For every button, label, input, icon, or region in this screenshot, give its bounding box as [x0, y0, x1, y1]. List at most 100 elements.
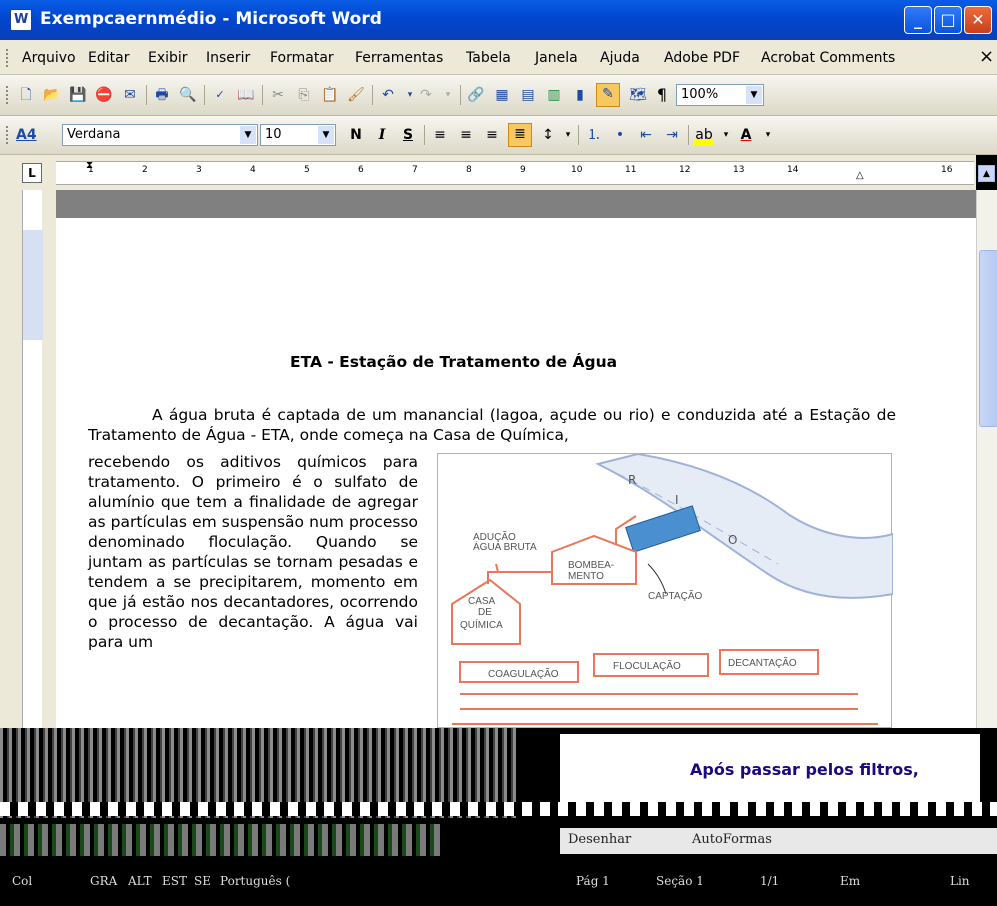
word-doc-icon[interactable]: W — [10, 9, 32, 31]
numbering-icon[interactable]: ⒈ — [584, 125, 604, 145]
menu-ferramentas[interactable]: Ferramentas — [355, 50, 443, 66]
chevron-down-icon[interactable]: ▼ — [746, 86, 762, 104]
document-title: ETA - Estação de Tratamento de Água — [290, 353, 618, 371]
font-size-combo[interactable]: 10 ▼ — [260, 124, 336, 146]
cut-icon[interactable]: ✂ — [268, 85, 288, 105]
email-icon[interactable]: ✉ — [120, 85, 140, 105]
tab-selector[interactable]: L — [22, 163, 42, 183]
status-est[interactable]: EST — [162, 874, 187, 888]
drawing-toggle-icon[interactable]: ✎ — [596, 83, 620, 107]
menu-formatar[interactable]: Formatar — [270, 50, 334, 66]
floculacao-label: FLOCULAÇÃO — [613, 659, 681, 672]
paste-icon[interactable]: 📋 — [320, 85, 340, 105]
water-treatment-diagram[interactable]: R I O ADUÇÃO ÁGUA BRUTA BOMBEA- MENTO CA… — [437, 453, 893, 728]
close-button[interactable]: ✕ — [964, 6, 992, 34]
menu-janela[interactable]: Janela — [535, 50, 578, 66]
ruler-number: 10 — [571, 165, 583, 175]
chevron-down-icon[interactable]: ▼ — [318, 126, 334, 144]
copy-icon[interactable]: ⎘ — [294, 85, 314, 105]
toolbar-grip[interactable] — [6, 86, 10, 104]
page-gap — [56, 190, 976, 218]
menu-arquivo[interactable]: Arquivo — [22, 50, 76, 66]
save-icon[interactable]: 💾 — [68, 85, 88, 105]
bullets-icon[interactable]: • — [610, 125, 630, 145]
show-hide-icon[interactable]: ¶ — [652, 85, 672, 105]
redo-dropdown-icon[interactable]: ▾ — [438, 85, 458, 105]
menu-editar[interactable]: Editar — [88, 50, 129, 66]
ruler-strip[interactable]: 1 2 3 4 5 6 7 8 9 10 11 12 13 14 16 ⧗ △ — [56, 160, 974, 185]
autoshapes-menu[interactable]: AutoFormas — [692, 832, 772, 847]
font-color-icon[interactable]: A — [736, 125, 756, 145]
zoom-combo[interactable]: 100% ▼ — [676, 84, 764, 106]
align-right-icon[interactable]: ≡ — [482, 125, 502, 145]
menu-grip[interactable] — [6, 49, 10, 67]
toolbar-separator — [460, 85, 461, 105]
font-color-dropdown-icon[interactable]: ▾ — [758, 125, 778, 145]
status-se[interactable]: SE — [194, 874, 211, 888]
print-preview-icon[interactable]: 🔍 — [178, 85, 198, 105]
status-language: Português ( — [220, 874, 291, 888]
insert-excel-icon[interactable]: ▥ — [544, 85, 564, 105]
permission-icon[interactable]: ⛔ — [94, 85, 114, 105]
bold-button[interactable]: N — [346, 125, 366, 145]
toolbar-grip[interactable] — [6, 126, 10, 144]
menu-acrobat-comments[interactable]: Acrobat Comments — [761, 50, 895, 66]
format-painter-icon[interactable]: 🖌 — [346, 85, 366, 105]
status-alt[interactable]: ALT — [128, 874, 152, 888]
hyperlink-icon[interactable]: 🔗 — [466, 85, 486, 105]
status-gra[interactable]: GRA — [90, 874, 117, 888]
status-page: Pág 1 — [576, 874, 610, 888]
tables-borders-icon[interactable]: ▦ — [492, 85, 512, 105]
pipe-lines — [452, 693, 878, 725]
research-icon[interactable]: 📖 — [236, 85, 256, 105]
close-document-button[interactable]: × — [979, 46, 994, 67]
vertical-scrollbar[interactable] — [976, 190, 997, 728]
noise-toolbar — [0, 824, 440, 856]
vertical-ruler[interactable] — [22, 190, 43, 728]
draw-menu[interactable]: Desenhar — [568, 832, 631, 847]
menu-inserir[interactable]: Inserir — [206, 50, 250, 66]
document-map-icon[interactable]: 🗺 — [628, 85, 648, 105]
menu-exibir[interactable]: Exibir — [148, 50, 188, 66]
right-indent-marker[interactable]: △ — [856, 170, 864, 181]
increase-indent-icon[interactable]: ⇥ — [662, 125, 682, 145]
line-spacing-dropdown-icon[interactable]: ▾ — [558, 125, 578, 145]
justify-icon[interactable]: ≣ — [508, 123, 532, 147]
underline-button[interactable]: S — [398, 125, 418, 145]
scrollbar-thumb[interactable] — [979, 250, 997, 427]
undo-icon[interactable]: ↶ — [378, 85, 398, 105]
insert-table-icon[interactable]: ▤ — [518, 85, 538, 105]
maximize-button[interactable]: □ — [934, 6, 962, 34]
line-spacing-icon[interactable]: ↕ — [538, 125, 558, 145]
toolbar-separator — [146, 85, 147, 105]
status-pages: 1/1 — [760, 874, 780, 888]
first-line-indent-marker[interactable]: ⧗ — [86, 160, 93, 171]
highlight-dropdown-icon[interactable]: ▾ — [716, 125, 736, 145]
minimize-button[interactable]: _ — [904, 6, 932, 34]
menu-adobe-pdf[interactable]: Adobe PDF — [664, 50, 740, 66]
ruler-number: 5 — [304, 165, 310, 175]
align-left-icon[interactable]: ≡ — [430, 125, 450, 145]
menu-ajuda[interactable]: Ajuda — [600, 50, 640, 66]
menu-tabela[interactable]: Tabela — [466, 50, 511, 66]
align-center-icon[interactable]: ≡ — [456, 125, 476, 145]
italic-button[interactable]: I — [372, 125, 392, 145]
quimica-label: QUÍMICA — [460, 618, 503, 631]
highlight-icon[interactable]: ab — [694, 125, 714, 145]
open-folder-icon[interactable]: 📂 — [42, 85, 62, 105]
formatting-toolbar: A4 Verdana ▼ 10 ▼ N I S ≡ ≡ ≡ ≣ ↕ ▾ ⒈ • … — [0, 116, 997, 155]
redo-icon[interactable]: ↷ — [416, 85, 436, 105]
styles-icon[interactable]: A4 — [16, 125, 37, 145]
new-document-icon[interactable]: 🗋 — [16, 85, 36, 105]
status-em: Em — [840, 874, 861, 888]
rio-letter-r: R — [628, 473, 636, 487]
font-combo[interactable]: Verdana ▼ — [62, 124, 258, 146]
decrease-indent-icon[interactable]: ⇤ — [636, 125, 656, 145]
print-icon[interactable]: 🖶 — [152, 85, 172, 105]
rio-letter-i: I — [675, 493, 679, 507]
scroll-up-button[interactable]: ▲ — [978, 165, 995, 182]
horizontal-ruler: L 1 2 3 4 5 6 7 8 9 10 11 12 13 14 16 ⧗ … — [0, 155, 995, 190]
chevron-down-icon[interactable]: ▼ — [240, 126, 256, 144]
spelling-icon[interactable]: ✓ — [210, 85, 230, 105]
columns-icon[interactable]: ▮ — [570, 85, 590, 105]
